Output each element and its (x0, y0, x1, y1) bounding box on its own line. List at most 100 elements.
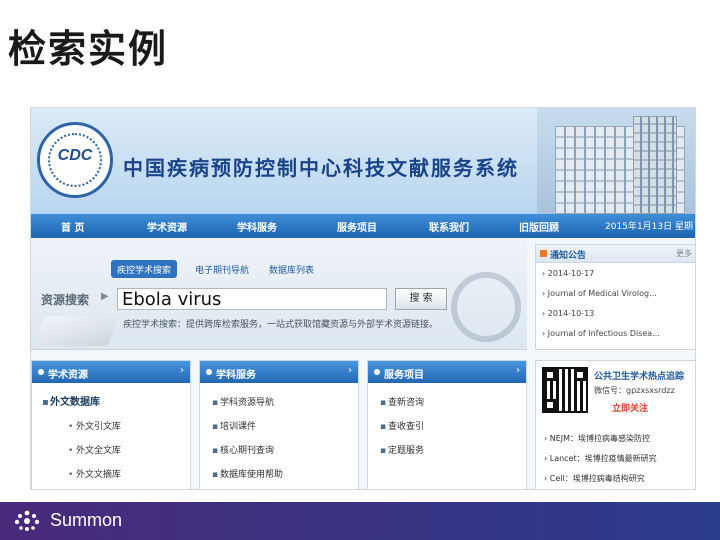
nav-contact[interactable]: 联系我们 (429, 219, 469, 234)
nav-home[interactable]: 首 页 (61, 219, 84, 234)
qr-code-icon (542, 367, 588, 413)
link-label: 外文文摘库 (76, 470, 122, 480)
footer-bar: Summon (0, 502, 720, 540)
bullet-icon: ▪ (380, 446, 387, 456)
wechat-id: 微信号：gpzxsxsrdzz (594, 386, 675, 395)
main-nav: 首 页 学术资源 学科服务 服务项目 联系我们 旧版回顾 2015年1月13日 … (31, 214, 695, 238)
subject-services-panel: 学科服务 › ▪ 学科资源导航 ▪ 培训课件 ▪ 核心期刊查询 ▪ 数据库使用帮助 (199, 360, 359, 489)
feed-text: NEJM：埃博拉病毒感染防控 (549, 434, 651, 443)
slide-title: 检索实例 (8, 26, 169, 71)
bullet-icon: ▪ (212, 398, 219, 408)
list-item[interactable]: • 外文全文库 (68, 443, 121, 456)
qr-finder (574, 369, 586, 381)
foreign-databases-link[interactable]: ▪外文数据库 (42, 393, 100, 408)
list-item[interactable]: • 外文文摘库 (68, 467, 121, 480)
feed-text: Lancet：埃博拉疫情最新研究 (549, 454, 657, 463)
dot-icon (38, 369, 44, 375)
nav-academic-resources[interactable]: 学术资源 (147, 219, 187, 234)
link-label: 数据库使用帮助 (220, 470, 284, 480)
notice-item[interactable]: › 2014-10-13 (542, 309, 594, 318)
follow-link[interactable]: 立即关注 (612, 401, 648, 414)
link-label: 定题服务 (388, 446, 425, 456)
nav-date: 2015年1月13日 星期 (605, 222, 693, 232)
list-item[interactable]: • 外文引文库 (68, 419, 121, 432)
building-image (537, 108, 695, 214)
wechat-panel: 公共卫生学术热点追踪 微信号：gpzxsxsrdzz 立即关注 › NEJM：埃… (535, 360, 695, 489)
nav-service-items[interactable]: 服务项目 (337, 219, 377, 234)
bullet-icon: ▪ (212, 470, 219, 480)
nav-subject-services[interactable]: 学科服务 (237, 219, 277, 234)
chevron-right-icon[interactable]: › (348, 365, 352, 376)
dot-icon (206, 369, 212, 375)
notice-item[interactable]: › 2014-10-17 (542, 269, 594, 278)
chevron-right-icon[interactable]: › (516, 365, 520, 376)
list-item[interactable]: ▪ 核心期刊查询 (212, 443, 274, 456)
feed-item[interactable]: › Cell：埃博拉病毒结构研究 (544, 473, 645, 484)
link-label: 查新咨询 (388, 398, 425, 408)
qr-finder (544, 399, 556, 411)
notice-more-link[interactable]: 更多 (676, 248, 692, 259)
academic-resources-panel: 学术资源 › ▪外文数据库 • 外文引文库 • 外文全文库 • 外文文摘库 (31, 360, 191, 489)
website-screenshot: CDC 中国疾病预防控制中心科技文献服务系统 首 页 学术资源 学科服务 服务项… (30, 107, 696, 490)
search-button[interactable]: 搜 索 (395, 288, 447, 310)
list-item[interactable]: ▪ 数据库使用帮助 (212, 467, 283, 480)
bullet-icon: ▪ (212, 446, 219, 456)
qr-finder (544, 369, 556, 381)
link-label: 学科资源导航 (220, 398, 275, 408)
notice-item-text: Journal of Infectious Disea... (547, 329, 660, 338)
feed-text: Cell：埃博拉病毒结构研究 (549, 474, 645, 483)
list-item[interactable]: ▪ 学科资源导航 (212, 395, 274, 408)
link-label: 培训课件 (220, 422, 257, 432)
link-label: 核心期刊查询 (220, 446, 275, 456)
tab-ejournal-nav[interactable]: 电子期刊导航 (189, 260, 255, 278)
summon-brand: Summon (50, 510, 123, 530)
dot-icon (374, 369, 380, 375)
bullet-icon: • (68, 446, 74, 456)
wechat-title: 公共卫生学术热点追踪 (594, 372, 685, 382)
notice-panel: 通知公告 更多 › 2014-10-17 › Journal of Medica… (535, 244, 695, 350)
link-label: 外文引文库 (76, 422, 122, 432)
logo-text: CDC (57, 147, 93, 164)
list-item[interactable]: ▪ 查收查引 (380, 419, 424, 432)
search-input[interactable] (117, 288, 387, 310)
notice-header: 通知公告 更多 (536, 245, 695, 263)
panel-header: 学科服务 › (200, 361, 358, 383)
site-name: 中国疾病预防控制中心科技文献服务系统 (123, 156, 519, 180)
search-note: 疾控学术搜索：提供跨库检索服务，一站式获取馆藏资源与外部学术资源链接。 (123, 320, 439, 330)
notice-item[interactable]: › Journal of Medical Virolog... (542, 289, 657, 298)
panel-title: 学术资源 (48, 370, 88, 381)
bullet-icon: ▪ (42, 397, 49, 408)
tab-database-list[interactable]: 数据库列表 (263, 260, 320, 278)
link-label: 查收查引 (388, 422, 425, 432)
chevron-right-icon: ▶ (101, 291, 109, 302)
panel-title: 服务项目 (384, 370, 424, 381)
bullet-icon: • (68, 470, 74, 480)
magnifier-decoration (451, 272, 521, 342)
tab-cdc-academic-search[interactable]: 疾控学术搜索 (111, 260, 178, 278)
service-items-panel: 服务项目 › ▪ 查新咨询 ▪ 查收查引 ▪ 定题服务 (367, 360, 527, 489)
list-item[interactable]: ▪ 定题服务 (380, 443, 424, 456)
list-item[interactable]: ▪ 查新咨询 (380, 395, 424, 408)
notice-item-text: 2014-10-13 (547, 309, 595, 318)
chevron-right-icon[interactable]: › (180, 365, 184, 376)
panel-header: 服务项目 › (368, 361, 526, 383)
cdc-logo: CDC (37, 122, 113, 198)
link-label: 外文数据库 (50, 397, 100, 408)
panel-header: 学术资源 › (32, 361, 190, 383)
feed-item[interactable]: › NEJM：埃博拉病毒感染防控 (544, 433, 650, 444)
book-decoration (34, 316, 118, 346)
bullet-icon: ▪ (380, 422, 387, 432)
nav-old-version[interactable]: 旧版回顾 (519, 219, 559, 234)
notice-icon (540, 250, 547, 257)
summon-logo-icon (14, 510, 40, 531)
notice-item[interactable]: › Journal of Infectious Disea... (542, 329, 660, 338)
notice-title: 通知公告 (550, 251, 587, 261)
bullet-icon: ▪ (212, 422, 219, 432)
notice-item-text: Journal of Medical Virolog... (547, 289, 657, 298)
feed-item[interactable]: › Lancet：埃博拉疫情最新研究 (544, 453, 657, 464)
search-panel: 疾控学术搜索 电子期刊导航 数据库列表 资源搜索 ▶ 搜 索 疾控学术搜索：提供… (31, 238, 527, 350)
panel-title: 学科服务 (216, 370, 256, 381)
search-label: 资源搜索 (41, 293, 90, 307)
building-tower (633, 116, 677, 214)
list-item[interactable]: ▪ 培训课件 (212, 419, 256, 432)
